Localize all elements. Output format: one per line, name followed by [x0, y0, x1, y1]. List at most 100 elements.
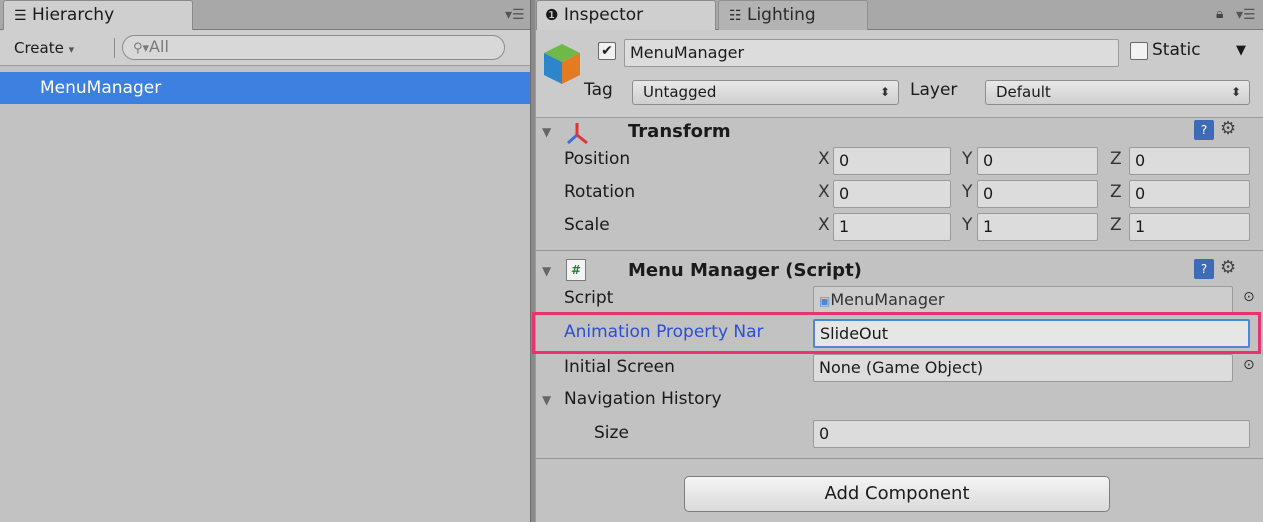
- foldout-arrow-icon[interactable]: ▼: [542, 125, 551, 139]
- add-component-label: Add Component: [824, 483, 970, 504]
- static-label: Static: [1152, 40, 1201, 60]
- tab-inspector-label: Inspector: [563, 5, 644, 25]
- hierarchy-panel: ☰ Hierarchy ▾☰ Create ▾ ⚲▾All MenuManage…: [0, 0, 530, 522]
- script-label: Script: [564, 288, 614, 308]
- rotation-y-field[interactable]: 0: [977, 180, 1098, 208]
- position-y-field[interactable]: 0: [977, 147, 1098, 175]
- toolbar-divider: [114, 38, 115, 58]
- axis-z-label: Z: [1110, 182, 1122, 202]
- static-checkbox[interactable]: [1130, 42, 1148, 60]
- tag-dropdown[interactable]: Untagged ⬍: [632, 80, 899, 105]
- info-icon: ❶: [545, 6, 559, 24]
- gear-icon[interactable]: ⚙: [1220, 257, 1236, 278]
- static-dropdown-icon[interactable]: ▼: [1236, 43, 1246, 58]
- gameobject-name-value: MenuManager: [630, 43, 745, 62]
- list-item[interactable]: MenuManager: [0, 72, 530, 104]
- axis-x-label: X: [818, 182, 830, 202]
- size-field[interactable]: 0: [813, 420, 1250, 448]
- navigation-history-label[interactable]: Navigation History: [564, 389, 722, 409]
- scale-z-field[interactable]: 1: [1129, 213, 1250, 241]
- hierarchy-tabbar: ☰ Hierarchy ▾☰: [0, 0, 530, 30]
- axis-y-label: Y: [962, 182, 973, 202]
- create-label: Create: [14, 39, 64, 57]
- search-input[interactable]: ⚲▾All: [122, 35, 505, 60]
- updown-arrow-icon: ⬍: [1230, 85, 1241, 99]
- list-icon: ☰: [14, 8, 27, 24]
- scale-z-value: 1: [1135, 217, 1146, 236]
- scale-x-value: 1: [839, 217, 850, 236]
- tab-lighting[interactable]: ☷ Lighting: [718, 0, 868, 30]
- search-icon: ⚲▾: [133, 41, 150, 56]
- tab-inspector[interactable]: ❶ Inspector: [536, 0, 716, 30]
- position-x-value: 0: [839, 151, 850, 170]
- gameobject-header: ✔ MenuManager Static ▼ Tag Untagged ⬍ La…: [536, 30, 1263, 118]
- hierarchy-toolbar: Create ▾ ⚲▾All: [0, 30, 530, 66]
- tab-hierarchy[interactable]: ☰ Hierarchy: [3, 0, 193, 30]
- axis-x-label: X: [818, 149, 830, 169]
- axis-z-label: Z: [1110, 149, 1122, 169]
- foldout-arrow-icon[interactable]: ▼: [542, 393, 551, 407]
- gameobject-name-field[interactable]: MenuManager: [624, 39, 1119, 67]
- size-label: Size: [594, 423, 629, 443]
- script-reference-value: MenuManager: [830, 290, 945, 309]
- panel-menu-icon[interactable]: ▾☰: [1236, 7, 1256, 23]
- dropdown-arrow-icon: ▾: [68, 43, 75, 56]
- scale-x-field[interactable]: 1: [833, 213, 951, 241]
- object-picker-icon[interactable]: ⊙: [1243, 289, 1255, 305]
- transform-axes-icon: [564, 120, 590, 146]
- highlight-box: [532, 312, 1261, 354]
- panel-menu-icon[interactable]: ▾☰: [505, 7, 525, 23]
- position-y-value: 0: [983, 151, 994, 170]
- layer-dropdown[interactable]: Default ⬍: [985, 80, 1250, 105]
- layer-label: Layer: [910, 80, 958, 100]
- lighting-icon: ☷: [729, 8, 742, 24]
- position-z-field[interactable]: 0: [1129, 147, 1250, 175]
- rotation-z-value: 0: [1135, 184, 1146, 203]
- gameobject-cube-icon: [540, 40, 584, 88]
- initial-screen-value: None (Game Object): [819, 358, 984, 377]
- initial-screen-field[interactable]: None (Game Object): [813, 354, 1233, 382]
- rotation-label: Rotation: [564, 182, 636, 202]
- list-item-label: MenuManager: [40, 78, 162, 98]
- add-component-button[interactable]: Add Component: [684, 476, 1110, 512]
- lock-icon[interactable]: 🔒︎: [1216, 6, 1223, 22]
- tab-hierarchy-label: Hierarchy: [31, 5, 115, 25]
- rotation-x-field[interactable]: 0: [833, 180, 951, 208]
- script-file-icon: ▣: [819, 294, 831, 308]
- rotation-z-field[interactable]: 0: [1129, 180, 1250, 208]
- position-label: Position: [564, 149, 631, 169]
- size-value: 0: [819, 424, 830, 443]
- help-icon[interactable]: ?: [1194, 120, 1214, 140]
- tag-value: Untagged: [643, 83, 717, 101]
- script-reference-field: ▣MenuManager: [813, 286, 1233, 314]
- axis-y-label: Y: [962, 149, 973, 169]
- scale-y-field[interactable]: 1: [977, 213, 1098, 241]
- create-button[interactable]: Create ▾: [6, 36, 114, 60]
- component-divider: [536, 458, 1263, 459]
- position-x-field[interactable]: 0: [833, 147, 951, 175]
- gear-icon[interactable]: ⚙: [1220, 118, 1236, 139]
- inspector-tabbar: ❶ Inspector ☷ Lighting 🔒︎ ▾☰: [536, 0, 1263, 30]
- axis-y-label: Y: [962, 215, 973, 235]
- tag-label: Tag: [584, 80, 613, 100]
- updown-arrow-icon: ⬍: [879, 85, 890, 99]
- active-checkbox[interactable]: ✔: [598, 42, 616, 60]
- inspector-panel: ❶ Inspector ☷ Lighting 🔒︎ ▾☰ ✔ MenuManag…: [536, 0, 1263, 522]
- scale-label: Scale: [564, 215, 610, 235]
- rotation-x-value: 0: [839, 184, 850, 203]
- tab-lighting-label: Lighting: [746, 5, 816, 25]
- help-icon[interactable]: ?: [1194, 259, 1214, 279]
- search-placeholder: All: [149, 37, 169, 56]
- transform-title: Transform: [628, 121, 731, 142]
- axis-x-label: X: [818, 215, 830, 235]
- object-picker-icon[interactable]: ⊙: [1243, 357, 1255, 373]
- csharp-script-icon: #: [566, 259, 586, 281]
- transform-header[interactable]: ▼ Transform ? ⚙: [536, 117, 1263, 151]
- initial-screen-label: Initial Screen: [564, 357, 675, 377]
- script-component-title: Menu Manager (Script): [628, 260, 862, 281]
- position-z-value: 0: [1135, 151, 1146, 170]
- foldout-arrow-icon[interactable]: ▼: [542, 264, 551, 278]
- axis-z-label: Z: [1110, 215, 1122, 235]
- script-component-header[interactable]: ▼ # Menu Manager (Script) ? ⚙: [536, 254, 1263, 288]
- layer-value: Default: [996, 83, 1051, 101]
